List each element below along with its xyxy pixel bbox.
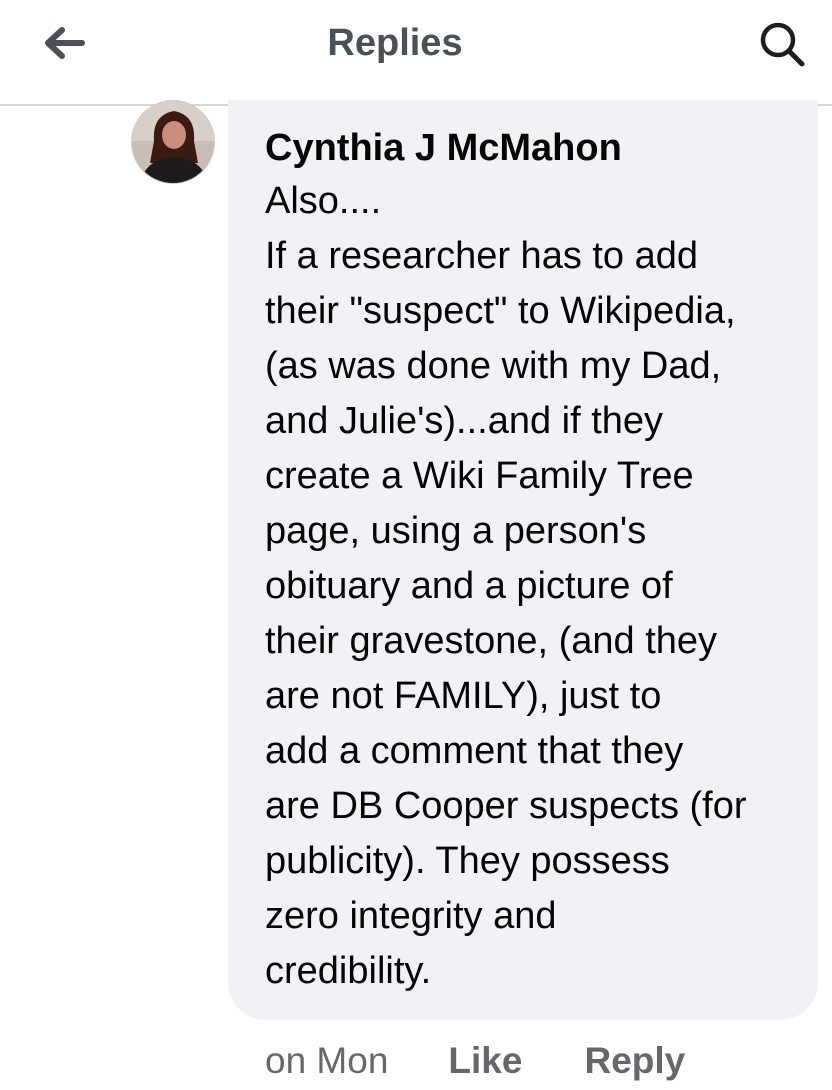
comment-text: Also.... If a researcher has to add thei… [265, 180, 747, 992]
comment-author[interactable]: Cynthia J McMahon [265, 122, 798, 174]
avatar[interactable] [131, 100, 215, 184]
comment-timestamp: on Mon [265, 1040, 389, 1081]
top-bar: Replies [0, 0, 832, 106]
page-title: Replies [327, 22, 463, 64]
comment-bubble: Cynthia J McMahon Also.... If a research… [228, 100, 818, 1020]
comment-actions: on Mon Like Reply [265, 1040, 685, 1090]
reply-button[interactable]: Reply [584, 1040, 685, 1082]
search-button[interactable] [752, 16, 812, 72]
like-button[interactable]: Like [448, 1040, 522, 1082]
profile-photo [132, 101, 214, 183]
search-icon [760, 22, 805, 67]
